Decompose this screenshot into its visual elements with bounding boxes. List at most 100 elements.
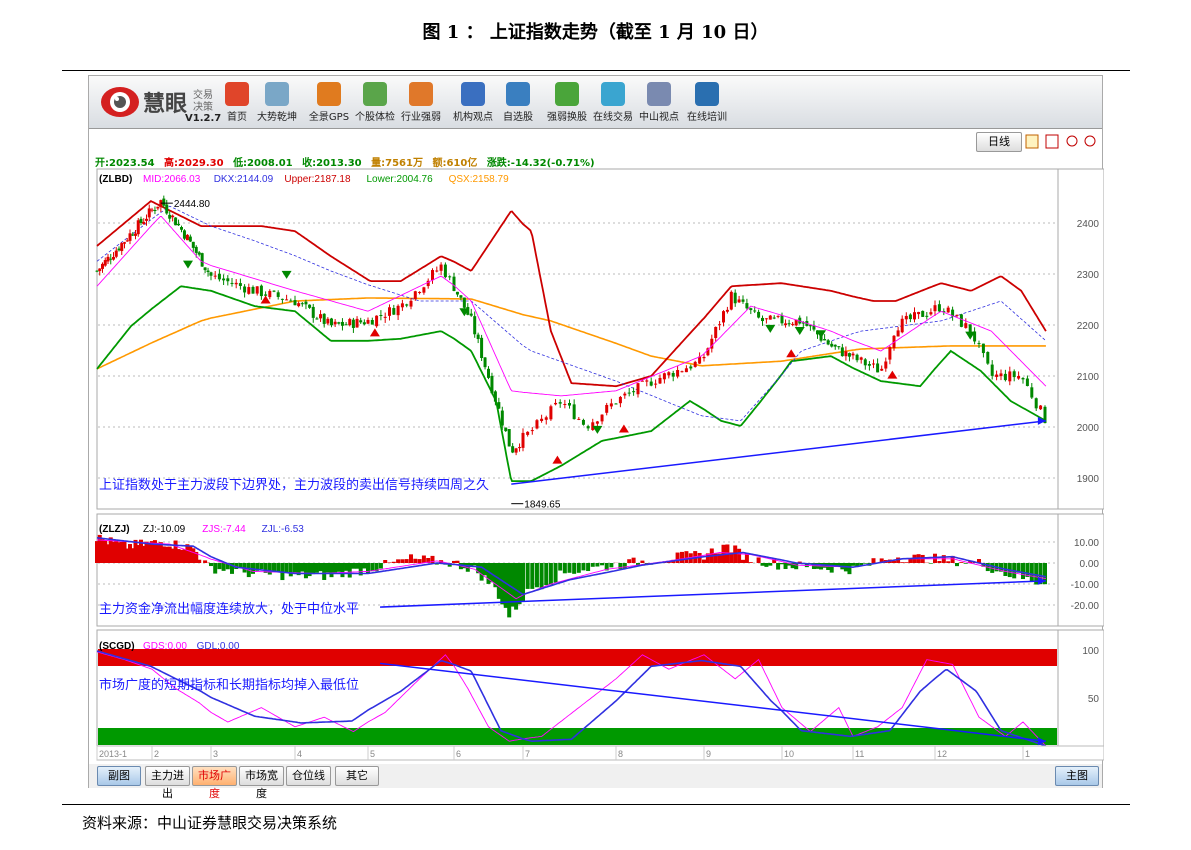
candlestick [913, 312, 916, 320]
candlestick [142, 221, 146, 225]
candlestick [98, 268, 102, 272]
candlestick [177, 223, 181, 226]
candlestick [614, 403, 618, 405]
zj-bar [904, 562, 909, 563]
y-tick-label: 10.00 [1074, 538, 1099, 549]
zj-bar [780, 563, 784, 565]
candlestick [185, 234, 189, 241]
zj-bar [562, 563, 567, 574]
zj-bar [507, 563, 512, 618]
subchart-button[interactable]: 仓位线 [286, 766, 331, 786]
candlestick [206, 270, 210, 272]
zj-bar [197, 559, 202, 563]
figure-title: 图 1 ： 上证指数走势（截至 1 月 10 日） [422, 22, 769, 43]
y-tick-label: 2200 [1077, 321, 1100, 332]
candlestick [729, 291, 733, 310]
candlestick [884, 361, 888, 369]
legend-mid: MID:2066.03 [143, 174, 201, 185]
candlestick [654, 383, 658, 385]
overbought-band [98, 649, 1057, 666]
zj-bar [413, 558, 418, 563]
zj-bar [959, 562, 964, 563]
zj-bar [548, 563, 553, 585]
zj-bar [900, 562, 905, 563]
zj-bar [760, 563, 765, 566]
candlestick [330, 318, 333, 326]
candlestick [772, 317, 776, 319]
candlestick [174, 217, 178, 226]
candlestick [344, 324, 348, 326]
candlestick [156, 206, 160, 209]
zj-bar [333, 563, 338, 574]
candlestick [455, 291, 459, 295]
candlestick [511, 446, 515, 453]
candlestick [649, 381, 653, 386]
zj-bar [213, 563, 218, 574]
zj-bar [510, 563, 515, 607]
zj-bar [355, 563, 360, 569]
zj-bar [567, 563, 572, 573]
zj-bar [525, 563, 530, 589]
subchart-button[interactable]: 主力进出 [145, 766, 190, 800]
candlestick [351, 319, 355, 328]
candlestick [388, 307, 391, 316]
candlestick [272, 290, 276, 292]
subchart-button[interactable]: 副图 [97, 766, 141, 786]
candlestick [452, 276, 456, 291]
y-tick-label: -10.00 [1071, 580, 1100, 591]
x-tick-label: 10 [784, 749, 794, 759]
x-tick-label: 4 [297, 749, 302, 759]
zj-bar [627, 559, 632, 563]
candlestick [114, 250, 118, 257]
candlestick [749, 308, 753, 311]
candlestick [554, 402, 558, 405]
x-tick-label: 2013-1 [99, 749, 127, 759]
zj-bar [378, 563, 383, 569]
zj-bar [500, 563, 505, 605]
candlestick [658, 377, 662, 384]
candlestick [618, 396, 622, 404]
subchart-button[interactable]: 市场广度 [192, 766, 237, 800]
candlestick [787, 323, 791, 325]
candlestick [355, 318, 359, 328]
candlestick [904, 315, 908, 320]
zj-bar [863, 563, 868, 564]
candlestick [737, 299, 741, 303]
legend-gds: GDS:0.00 [143, 641, 187, 652]
candlestick [986, 352, 990, 364]
zj-bar [404, 559, 409, 563]
candlestick [830, 343, 834, 347]
zj-bar [387, 562, 392, 563]
main-chart-button[interactable]: 主图 [1055, 766, 1099, 786]
zj-bar [756, 557, 761, 563]
candlestick [917, 311, 921, 315]
zj-bar [340, 563, 345, 578]
candlestick [473, 316, 477, 335]
annotation-text: 上证指数处于主力波段下边界处，主力波段的卖出信号持续四周之久 [99, 477, 489, 492]
oversold-band [98, 728, 1057, 745]
zj-bar [794, 563, 799, 570]
candlestick [136, 220, 140, 235]
candlestick [577, 418, 581, 420]
candlestick [487, 368, 490, 378]
candlestick [671, 372, 675, 377]
candlestick [623, 393, 627, 396]
zj-bar [325, 563, 330, 573]
chart-area[interactable]: 24002300220021002000190010.000.00-10.00-… [89, 76, 1104, 766]
candlestick [147, 208, 151, 218]
zj-bar [503, 563, 508, 608]
zj-bar [576, 563, 581, 573]
subchart-button[interactable]: 市场宽度 [239, 766, 284, 800]
candlestick [490, 375, 494, 394]
legend-upper: Upper:2187.18 [284, 174, 351, 185]
subchart-button[interactable]: 其它 [335, 766, 379, 786]
candlestick [718, 324, 722, 326]
candlestick [383, 316, 387, 318]
zj-bar [1029, 563, 1034, 582]
indicator-name: (ZLZJ) [99, 524, 130, 535]
candlestick [251, 286, 255, 294]
candlestick [855, 354, 859, 361]
zj-bar [259, 563, 264, 570]
zj-bar [267, 563, 272, 575]
candlestick [188, 236, 192, 242]
